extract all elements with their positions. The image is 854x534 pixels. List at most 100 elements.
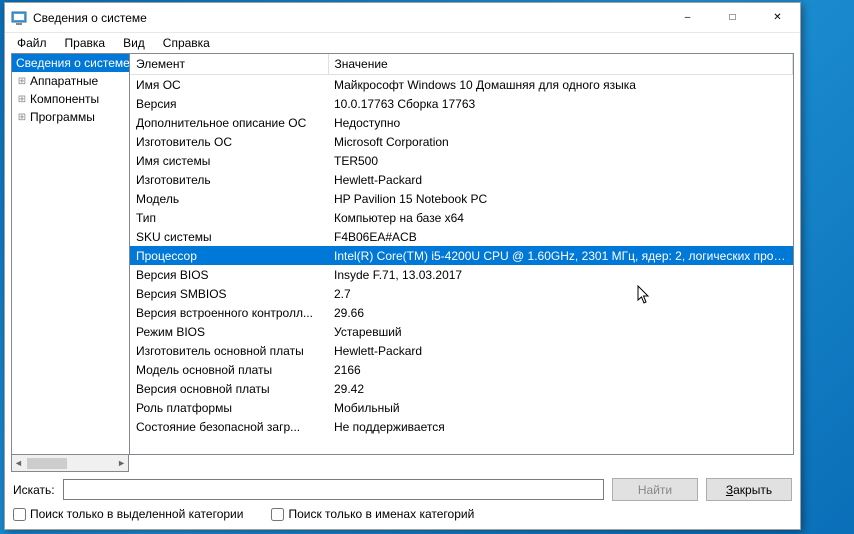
table-row[interactable]: Режим BIOSУстаревший — [130, 322, 793, 341]
expand-icon[interactable]: ⊞ — [16, 112, 28, 123]
table-row[interactable]: Имя ОСМайкрософт Windows 10 Домашняя для… — [130, 75, 793, 95]
cell-value: 29.66 — [328, 303, 793, 322]
table-row[interactable]: Версия SMBIOS2.7 — [130, 284, 793, 303]
cell-value: Hewlett-Packard — [328, 341, 793, 360]
table-row[interactable]: ПроцессорIntel(R) Core(TM) i5-4200U CPU … — [130, 246, 793, 265]
cell-value: Недоступно — [328, 113, 793, 132]
cell-element: Роль платформы — [130, 398, 328, 417]
only-category-checkbox[interactable]: Поиск только в выделенной категории — [13, 507, 243, 521]
category-tree[interactable]: Сведения о системе ⊞ Аппаратные ⊞ Компон… — [12, 54, 130, 454]
table-row[interactable]: SKU системыF4B06EA#ACB — [130, 227, 793, 246]
table-row[interactable]: Роль платформыМобильный — [130, 398, 793, 417]
table-row[interactable]: Версия встроенного контролл...29.66 — [130, 303, 793, 322]
cell-element: Процессор — [130, 246, 328, 265]
table-row[interactable]: Версия10.0.17763 Сборка 17763 — [130, 94, 793, 113]
cell-value: Мобильный — [328, 398, 793, 417]
tree-root-label: Сведения о системе — [16, 56, 130, 70]
cell-element: Изготовитель — [130, 170, 328, 189]
cell-element: Версия SMBIOS — [130, 284, 328, 303]
cell-element: Имя ОС — [130, 75, 328, 95]
expand-icon[interactable]: ⊞ — [16, 76, 28, 87]
cell-element: Дополнительное описание ОС — [130, 113, 328, 132]
minimize-button[interactable]: – — [665, 3, 710, 32]
cell-value: Компьютер на базе x64 — [328, 208, 793, 227]
search-input[interactable] — [63, 479, 604, 500]
app-icon — [11, 10, 27, 26]
cell-element: SKU системы — [130, 227, 328, 246]
scroll-thumb[interactable] — [27, 458, 67, 469]
cell-element: Версия — [130, 94, 328, 113]
table-row[interactable]: Состояние безопасной загр...Не поддержив… — [130, 417, 793, 436]
cell-element: Версия встроенного контролл... — [130, 303, 328, 322]
search-label: Искать: — [13, 483, 55, 497]
scroll-right-icon[interactable]: ► — [117, 458, 126, 468]
cell-value: F4B06EA#ACB — [328, 227, 793, 246]
cell-element: Модель основной платы — [130, 360, 328, 379]
only-category-input[interactable] — [13, 508, 26, 521]
cell-value: Устаревший — [328, 322, 793, 341]
tree-hardware[interactable]: ⊞ Аппаратные — [12, 72, 129, 90]
tree-software[interactable]: ⊞ Программы — [12, 108, 129, 126]
close-button[interactable]: ✕ — [755, 3, 800, 32]
only-category-label: Поиск только в выделенной категории — [30, 507, 243, 521]
cell-value: 2166 — [328, 360, 793, 379]
menu-help[interactable]: Справка — [155, 35, 218, 51]
cell-value: Microsoft Corporation — [328, 132, 793, 151]
cell-element: Тип — [130, 208, 328, 227]
tree-components-label: Компоненты — [30, 92, 99, 106]
cell-element: Модель — [130, 189, 328, 208]
cell-value: 2.7 — [328, 284, 793, 303]
table-row[interactable]: Изготовитель основной платыHewlett-Packa… — [130, 341, 793, 360]
table-row[interactable]: Версия BIOSInsyde F.71, 13.03.2017 — [130, 265, 793, 284]
cell-element: Изготовитель основной платы — [130, 341, 328, 360]
menu-edit[interactable]: Правка — [57, 35, 114, 51]
titlebar[interactable]: Сведения о системе – □ ✕ — [5, 3, 800, 33]
tree-components[interactable]: ⊞ Компоненты — [12, 90, 129, 108]
column-element[interactable]: Элемент — [130, 54, 328, 75]
find-button[interactable]: Найти — [612, 478, 698, 501]
content-area: Сведения о системе ⊞ Аппаратные ⊞ Компон… — [11, 53, 794, 455]
cell-element: Изготовитель ОС — [130, 132, 328, 151]
cell-element: Состояние безопасной загр... — [130, 417, 328, 436]
tree-hardware-label: Аппаратные — [30, 74, 98, 88]
details-list[interactable]: Элемент Значение Имя ОСМайкрософт Window… — [130, 54, 793, 454]
cell-element: Версия основной платы — [130, 379, 328, 398]
only-names-label: Поиск только в именах категорий — [288, 507, 474, 521]
tree-software-label: Программы — [30, 110, 95, 124]
cell-value: Insyde F.71, 13.03.2017 — [328, 265, 793, 284]
tree-hscrollbar[interactable]: ◄ ► — [11, 455, 129, 472]
table-row[interactable]: Имя системыTER500 — [130, 151, 793, 170]
table-row[interactable]: ИзготовительHewlett-Packard — [130, 170, 793, 189]
cell-element: Режим BIOS — [130, 322, 328, 341]
menubar: Файл Правка Вид Справка — [5, 33, 800, 53]
table-row[interactable]: Изготовитель ОСMicrosoft Corporation — [130, 132, 793, 151]
tree-root[interactable]: Сведения о системе — [12, 54, 129, 72]
cell-value: Intel(R) Core(TM) i5-4200U CPU @ 1.60GHz… — [328, 246, 793, 265]
maximize-button[interactable]: □ — [710, 3, 755, 32]
table-row[interactable]: МодельHP Pavilion 15 Notebook PC — [130, 189, 793, 208]
close-dialog-button[interactable]: Закрыть — [706, 478, 792, 501]
window-title: Сведения о системе — [33, 11, 665, 25]
cell-value: Майкрософт Windows 10 Домашняя для одног… — [328, 75, 793, 95]
column-value[interactable]: Значение — [328, 54, 793, 75]
cell-element: Версия BIOS — [130, 265, 328, 284]
menu-file[interactable]: Файл — [9, 35, 55, 51]
table-row[interactable]: Модель основной платы2166 — [130, 360, 793, 379]
cell-value: 29.42 — [328, 379, 793, 398]
cell-value: 10.0.17763 Сборка 17763 — [328, 94, 793, 113]
expand-icon[interactable]: ⊞ — [16, 94, 28, 105]
only-names-input[interactable] — [271, 508, 284, 521]
table-row[interactable]: ТипКомпьютер на базе x64 — [130, 208, 793, 227]
scroll-left-icon[interactable]: ◄ — [14, 458, 23, 468]
table-row[interactable]: Дополнительное описание ОСНедоступно — [130, 113, 793, 132]
close-btn-rest: акрыть — [733, 483, 772, 497]
cell-element: Имя системы — [130, 151, 328, 170]
table-row[interactable]: Версия основной платы29.42 — [130, 379, 793, 398]
only-names-checkbox[interactable]: Поиск только в именах категорий — [271, 507, 474, 521]
cell-value: Hewlett-Packard — [328, 170, 793, 189]
cell-value: Не поддерживается — [328, 417, 793, 436]
footer: Искать: Найти Закрыть Поиск только в выд… — [5, 472, 800, 529]
cell-value: TER500 — [328, 151, 793, 170]
menu-view[interactable]: Вид — [115, 35, 153, 51]
system-info-window: Сведения о системе – □ ✕ Файл Правка Вид… — [4, 2, 801, 530]
